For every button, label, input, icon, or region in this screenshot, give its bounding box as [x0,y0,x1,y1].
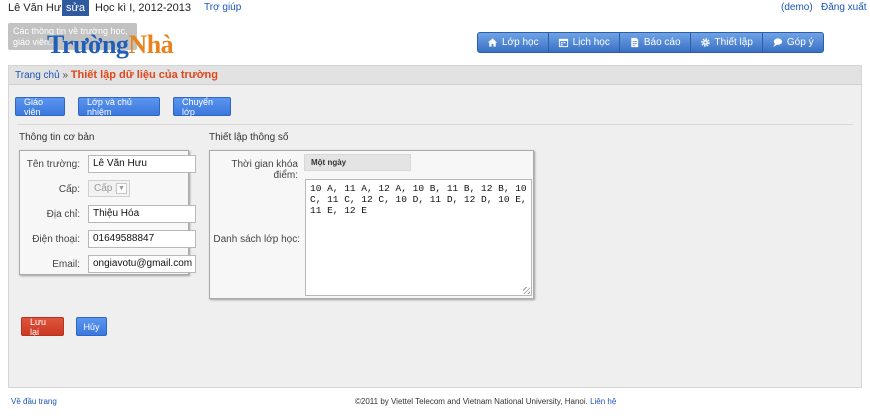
calendar-icon [558,38,568,48]
breadcrumb-home-link[interactable]: Trang chủ [15,70,60,81]
main-panel: Trang chủ » Thiết lập dữ liệu của trường… [8,65,862,388]
phone-field[interactable]: 01649588847 [88,230,196,248]
help-link[interactable]: Trợ giúp [204,2,241,13]
gear-icon [700,38,710,47]
nav-item-label: Thiết lập [714,37,753,48]
resize-handle-icon[interactable] [523,287,530,294]
nav-item-feedback[interactable]: Góp ý [763,33,823,52]
nav-item-label: Báo cáo [643,37,681,48]
school-name-field[interactable]: Lê Văn Hưu [88,155,196,173]
level-label: Cấp: [58,184,80,195]
copyright-text: ©2011 by Viettel Telecom and Vietnam Nat… [355,397,588,406]
edit-profile-button[interactable]: sửa [62,0,89,16]
nav-item-classes[interactable]: Lớp học [478,33,549,52]
nav-item-settings[interactable]: Thiết lập [691,33,763,52]
nav-item-label: Lớp học [502,37,539,48]
class-list-text: 10 A, 11 A, 12 A, 10 B, 11 B, 12 B, 10 C… [310,183,527,216]
basic-info-box: Tên trường: Lê Văn Hưu Cấp: Cấp 2 ▼ Địa … [19,150,196,275]
logo-text-part2: Nhà [128,30,174,59]
params-box: Thời gian khóa điểm: Một ngày Danh sách … [209,150,534,299]
nav-item-reports[interactable]: Báo cáo [620,33,691,52]
top-bar: Lê Văn Hưu sửa Học kì I, 2012-2013 Trợ g… [0,0,870,16]
footer: Về đầu trang ©2011 by Viettel Telecom an… [0,397,870,411]
lock-time-label: Thời gian khóa điểm: [231,159,298,181]
lock-time-value: Một ngày [304,154,411,171]
breadcrumb: Trang chủ » Thiết lập dữ liệu của trường [9,66,861,85]
phone-label: Điện thoại: [32,234,80,245]
demo-link[interactable]: (demo) [781,2,813,13]
logo-text-part1: Trường [47,30,129,59]
term-label: Học kì I, 2012-2013 [95,2,192,14]
address-label: Địa chỉ: [46,209,80,220]
contact-link[interactable]: Liên hệ [590,397,616,406]
chevron-down-icon: ▼ [116,183,127,194]
back-to-top-link[interactable]: Về đầu trang [11,397,57,406]
email-field[interactable]: ongiavotu@gmail.com [88,255,196,273]
logo[interactable]: TrườngNhà [47,30,174,60]
class-list-label: Danh sách lớp học: [213,234,300,245]
basic-info-heading: Thông tin cơ bản [19,132,95,143]
main-nav: Lớp học Lịch học Báo cáo Thiết lập Góp ý [477,32,824,53]
school-name-label: Tên trường: [26,159,80,170]
user-name: Lê Văn Hưu [8,2,68,14]
save-button[interactable]: Lưu lại [21,317,64,337]
footer-copyright: ©2011 by Viettel Telecom and Vietnam Nat… [355,397,616,406]
nav-item-label: Lịch học [572,37,610,48]
home-icon [487,38,498,47]
breadcrumb-separator: » [62,70,68,81]
transfer-class-tab-button[interactable]: Chuyển lớp [173,97,231,117]
address-field[interactable]: Thiệu Hóa [88,205,196,223]
divider [17,124,853,125]
params-heading: Thiết lập thông số [209,132,289,143]
page-title: Thiết lập dữ liệu của trường [70,69,218,81]
class-list-textarea[interactable]: 10 A, 11 A, 12 A, 10 B, 11 B, 12 B, 10 C… [305,179,532,296]
document-icon [631,37,639,48]
teacher-tab-button[interactable]: Giáo viên [15,97,65,117]
cancel-button[interactable]: Hủy [76,317,107,336]
class-head-tab-button[interactable]: Lớp và chủ nhiệm [78,97,160,117]
level-select[interactable]: Cấp 2 ▼ [88,180,130,197]
comment-icon [773,38,782,48]
nav-item-label: Góp ý [786,37,814,48]
email-label: Email: [52,259,80,270]
nav-item-schedule[interactable]: Lịch học [549,33,620,52]
logout-link[interactable]: Đăng xuất [821,2,867,13]
